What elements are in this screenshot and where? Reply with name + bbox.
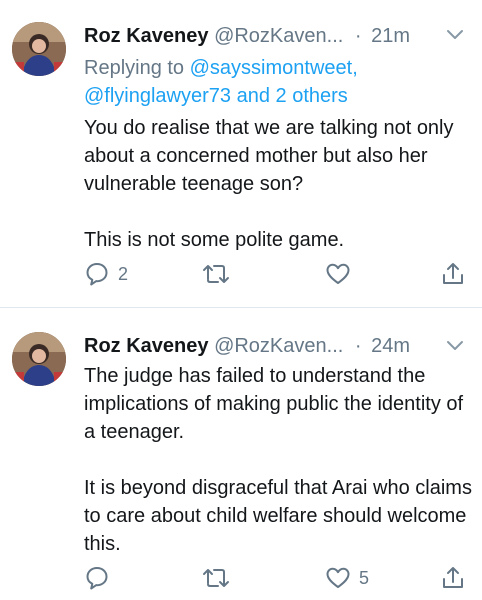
like-button[interactable] <box>325 260 359 288</box>
avatar[interactable] <box>12 22 66 76</box>
separator: · <box>354 25 362 47</box>
retweet-button[interactable] <box>202 260 238 288</box>
reply-button[interactable]: 2 <box>84 260 128 288</box>
mention-link[interactable]: @sayssimontweet, <box>190 57 358 79</box>
replying-prefix: Replying to <box>84 57 185 79</box>
avatar[interactable] <box>12 332 66 386</box>
like-count: 5 <box>359 568 370 588</box>
retweet-icon <box>202 565 230 591</box>
mention-link[interactable]: @flyinglawyer73 and 2 others <box>84 85 348 107</box>
chevron-down-icon[interactable] <box>446 339 464 353</box>
share-button[interactable] <box>440 260 466 288</box>
tweet-actions: 2 <box>84 260 474 288</box>
retweet-button[interactable] <box>202 564 238 592</box>
tweet-paragraph: The judge has failed to understand the i… <box>84 365 464 443</box>
tweet[interactable]: Roz Kaveney @RozKaven... · 21m Replying … <box>0 0 482 308</box>
tweet-text: You do realise that we are talking not o… <box>84 114 474 254</box>
reply-button[interactable] <box>84 564 118 592</box>
timestamp[interactable]: 24m <box>371 335 410 357</box>
separator: · <box>354 335 362 357</box>
timestamp[interactable]: 21m <box>371 25 410 47</box>
share-icon <box>440 261 466 287</box>
share-icon <box>440 565 466 591</box>
chevron-down-icon[interactable] <box>446 28 464 42</box>
reply-icon <box>84 565 110 591</box>
reply-icon <box>84 261 110 287</box>
tweet-paragraph: It is beyond disgraceful that Arai who c… <box>84 477 472 555</box>
tweet-actions: 5 <box>84 564 474 592</box>
author-name[interactable]: Roz Kaveney <box>84 25 209 47</box>
heart-icon <box>325 261 351 287</box>
tweet-header: Roz Kaveney @RozKaven... · 24m <box>84 332 410 360</box>
reply-count: 2 <box>118 264 129 284</box>
share-button[interactable] <box>440 564 466 592</box>
replying-to: Replying to @sayssimontweet, @flyinglawy… <box>84 54 474 110</box>
like-button[interactable]: 5 <box>325 564 369 592</box>
retweet-icon <box>202 261 230 287</box>
author-handle[interactable]: @RozKaven... <box>214 335 343 357</box>
tweet-paragraph: This is not some polite game. <box>84 229 345 251</box>
author-handle[interactable]: @RozKaven... <box>214 25 343 47</box>
tweet-text: The judge has failed to understand the i… <box>84 362 474 558</box>
tweet-header: Roz Kaveney @RozKaven... · 21m <box>84 22 410 50</box>
tweet-paragraph: You do realise that we are talking not o… <box>84 117 454 195</box>
tweet[interactable]: Roz Kaveney @RozKaven... · 24m The judge… <box>0 308 482 600</box>
author-name[interactable]: Roz Kaveney <box>84 335 209 357</box>
heart-icon <box>325 565 351 591</box>
